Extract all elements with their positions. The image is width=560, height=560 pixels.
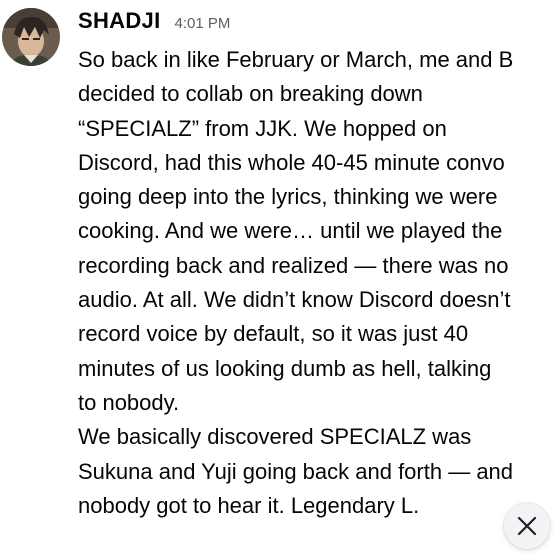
avatar-image: [2, 8, 60, 66]
message-line: record voice by default, so it was just …: [78, 321, 469, 347]
message-line: decided to collab on breaking down: [78, 81, 423, 107]
message-line: nobody got to hear it. Legendary L.: [78, 492, 420, 518]
message-line: going deep into the lyrics, thinking we …: [78, 184, 498, 210]
message-line: minutes of us looking dumb as hell, talk…: [78, 355, 492, 381]
user-avatar[interactable]: [2, 8, 60, 66]
close-button[interactable]: [504, 503, 550, 549]
message-line: Sukuna and Yuji going back and forth — a…: [78, 458, 514, 484]
message-body: So back in like February or March, me an…: [78, 43, 556, 523]
message-timestamp: 4:01 PM: [174, 15, 231, 32]
username[interactable]: SHADJI: [78, 8, 161, 34]
message-line: Discord, had this whole 40-45 minute con…: [78, 149, 505, 175]
close-icon: [517, 516, 537, 536]
chat-message-view: SHADJI 4:01 PM So back in like February …: [0, 0, 560, 560]
message-line: to nobody.: [78, 389, 180, 415]
message-line: cooking. And we were… until we played th…: [78, 218, 503, 244]
message-line: We basically discovered SPECIALZ was: [78, 424, 472, 450]
message-line: audio. At all. We didn’t know Discord do…: [78, 287, 511, 313]
message-line: So back in like February or March, me an…: [78, 47, 514, 72]
message-line: “SPECIALZ” from JJK. We hopped on: [78, 115, 447, 141]
message-line: recording back and realized — there was …: [78, 252, 509, 278]
message-header: SHADJI 4:01 PM: [78, 8, 230, 42]
